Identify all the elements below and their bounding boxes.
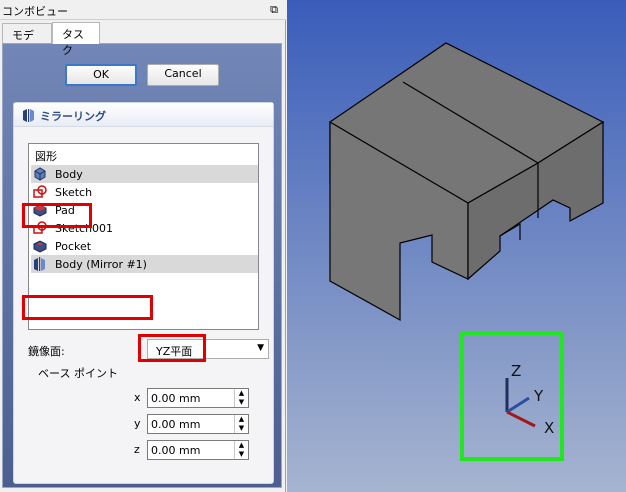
cancel-button[interactable]: Cancel — [147, 64, 219, 86]
3d-viewport[interactable]: Z Y X — [287, 0, 626, 492]
y-coordinate-value: 0.00 mm — [151, 418, 201, 431]
list-item-body-mirror[interactable]: Body (Mirror #1) — [31, 255, 258, 273]
sketch-icon — [33, 185, 47, 198]
body-icon — [34, 167, 46, 181]
mirror-icon — [34, 257, 45, 271]
list-item-label: Body (Mirror #1) — [55, 258, 147, 271]
x-coordinate-value: 0.00 mm — [151, 392, 201, 405]
task-area: OK Cancel ミラーリング 図形 Body Sketch Pad Sket… — [2, 43, 282, 488]
axis-y-label: Y — [534, 387, 544, 405]
3d-model-view — [329, 42, 605, 322]
y-coordinate-input[interactable]: 0.00 mm ▲ ▼ — [147, 414, 249, 434]
mirror-task-title: ミラーリング — [40, 110, 106, 123]
panel-titlebar: コンボビュー ⧉ — [0, 0, 286, 20]
z-coordinate-input[interactable]: 0.00 mm ▲ ▼ — [147, 440, 249, 460]
tab-task[interactable]: タスク — [52, 22, 100, 57]
mirror-task-box: ミラーリング 図形 Body Sketch Pad Sketch001 Pock… — [13, 102, 274, 484]
spin-arrows-icon[interactable]: ▲ ▼ — [234, 389, 248, 407]
list-item-label: Sketch — [55, 186, 93, 199]
shape-list-caption: 図形 — [35, 150, 57, 163]
axis-x-label: X — [544, 419, 555, 437]
axis-z-label: Z — [511, 362, 522, 380]
mirror-plane-label: 鏡像面: — [28, 345, 65, 358]
list-item-body[interactable]: Body — [31, 165, 258, 183]
base-point-label: ベース ポイント — [38, 367, 118, 380]
spin-arrows-icon[interactable]: ▲ ▼ — [234, 415, 248, 433]
mirror-task-header[interactable]: ミラーリング — [14, 103, 273, 127]
list-item-label: Body — [55, 168, 83, 181]
list-item-sketch[interactable]: Sketch — [31, 183, 258, 201]
chevron-down-icon: ▼ — [257, 343, 264, 353]
body-highlight-box — [22, 203, 92, 228]
z-coordinate-value: 0.00 mm — [151, 444, 201, 457]
combo-view-panel: コンボビュー ⧉ モデル タスク OK Cancel ミラーリング 図形 — [0, 0, 286, 492]
x-coordinate-label: x — [134, 391, 141, 404]
axis-cross-icon — [505, 378, 536, 428]
z-coordinate-label: z — [134, 443, 140, 456]
float-window-icon[interactable]: ⧉ — [270, 3, 278, 17]
list-item-pocket[interactable]: Pocket — [31, 237, 258, 255]
plane-highlight-box — [138, 334, 206, 362]
spin-arrows-icon[interactable]: ▲ ▼ — [234, 441, 248, 459]
pocket-icon — [33, 240, 47, 253]
list-item-label: Pocket — [55, 240, 92, 253]
panel-tabs: モデル タスク — [0, 22, 286, 58]
x-coordinate-input[interactable]: 0.00 mm ▲ ▼ — [147, 388, 249, 408]
y-coordinate-label: y — [134, 417, 141, 430]
tab-model[interactable]: モデル — [2, 23, 52, 58]
panel-title: コンボビュー — [2, 5, 68, 18]
ok-button[interactable]: OK — [65, 64, 137, 86]
mirror-body-highlight-box — [22, 295, 153, 320]
mirror-icon — [23, 109, 34, 122]
